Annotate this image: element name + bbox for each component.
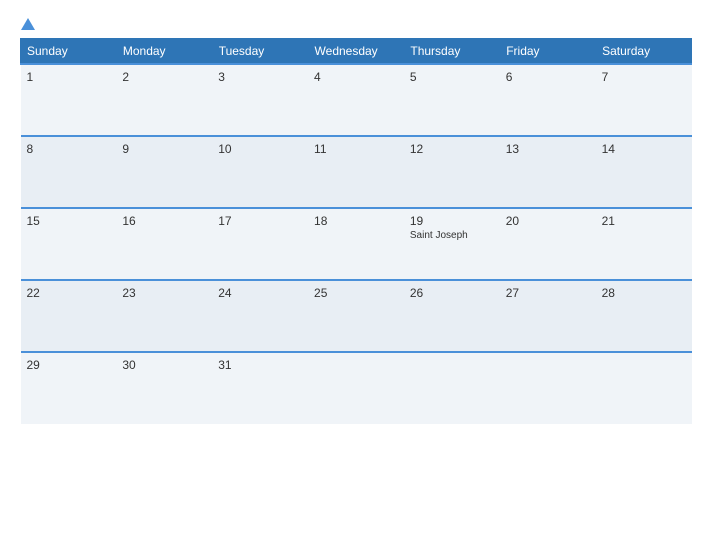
header [20,18,692,30]
header-monday: Monday [116,39,212,65]
calendar-header: Sunday Monday Tuesday Wednesday Thursday… [21,39,692,65]
calendar-cell: 1 [21,64,117,136]
header-thursday: Thursday [404,39,500,65]
day-number: 10 [218,142,302,156]
day-number: 23 [122,286,206,300]
header-sunday: Sunday [21,39,117,65]
day-number: 30 [122,358,206,372]
day-number: 13 [506,142,590,156]
calendar-cell: 17 [212,208,308,280]
calendar-cell: 10 [212,136,308,208]
day-number: 6 [506,70,590,84]
calendar-cell: 29 [21,352,117,424]
day-number: 5 [410,70,494,84]
calendar-cell: 23 [116,280,212,352]
calendar-table: Sunday Monday Tuesday Wednesday Thursday… [20,38,692,424]
calendar-cell: 6 [500,64,596,136]
day-number: 15 [27,214,111,228]
calendar-cell: 5 [404,64,500,136]
calendar-cell: 15 [21,208,117,280]
calendar-cell: 14 [596,136,692,208]
day-number: 26 [410,286,494,300]
day-number: 25 [314,286,398,300]
calendar-cell: 22 [21,280,117,352]
week-row-2: 89 10 11 12 13 14 [21,136,692,208]
day-number: 16 [122,214,206,228]
day-number: 9 [122,142,206,156]
header-tuesday: Tuesday [212,39,308,65]
calendar-cell [308,352,404,424]
day-number: 28 [602,286,686,300]
day-number: 22 [27,286,111,300]
day-number: 2 [122,70,206,84]
calendar-cell: 24 [212,280,308,352]
header-wednesday: Wednesday [308,39,404,65]
calendar-page: Sunday Monday Tuesday Wednesday Thursday… [0,0,712,550]
calendar-cell [596,352,692,424]
logo-triangle-icon [21,18,35,30]
calendar-cell: 30 [116,352,212,424]
weekday-header-row: Sunday Monday Tuesday Wednesday Thursday… [21,39,692,65]
day-number: 3 [218,70,302,84]
header-saturday: Saturday [596,39,692,65]
week-row-4: 22 23 24 25 26 27 28 [21,280,692,352]
holiday-name: Saint Joseph [410,230,494,241]
calendar-cell: 19 Saint Joseph [404,208,500,280]
day-number: 11 [314,142,398,156]
day-number: 31 [218,358,302,372]
calendar-cell: 4 [308,64,404,136]
calendar-cell: 31 [212,352,308,424]
week-row-3: 15 16 17 18 19 Saint Joseph 20 21 [21,208,692,280]
calendar-cell [500,352,596,424]
calendar-cell: 9 [116,136,212,208]
day-number: 20 [506,214,590,228]
calendar-cell: 28 [596,280,692,352]
calendar-cell: 26 [404,280,500,352]
calendar-cell: 18 [308,208,404,280]
logo [20,18,100,30]
day-number: 8 [27,142,111,156]
day-number: 24 [218,286,302,300]
calendar-body: 12345678910111213141516171819Saint Josep… [21,64,692,424]
day-number: 29 [27,358,111,372]
header-friday: Friday [500,39,596,65]
calendar-cell: 20 [500,208,596,280]
calendar-cell: 11 [308,136,404,208]
calendar-cell: 7 [596,64,692,136]
day-number: 17 [218,214,302,228]
calendar-cell: 13 [500,136,596,208]
day-number: 12 [410,142,494,156]
week-row-1: 1234567 [21,64,692,136]
calendar-cell: 16 [116,208,212,280]
day-number: 1 [27,70,111,84]
day-number: 19 [410,214,494,228]
day-number: 4 [314,70,398,84]
calendar-cell: 2 [116,64,212,136]
calendar-cell: 27 [500,280,596,352]
day-number: 7 [602,70,686,84]
day-number: 14 [602,142,686,156]
calendar-cell: 3 [212,64,308,136]
calendar-cell: 25 [308,280,404,352]
day-number: 21 [602,214,686,228]
calendar-cell: 21 [596,208,692,280]
day-number: 27 [506,286,590,300]
day-number: 18 [314,214,398,228]
week-row-5: 29 30 31 [21,352,692,424]
calendar-cell: 12 [404,136,500,208]
calendar-cell: 8 [21,136,117,208]
calendar-cell [404,352,500,424]
